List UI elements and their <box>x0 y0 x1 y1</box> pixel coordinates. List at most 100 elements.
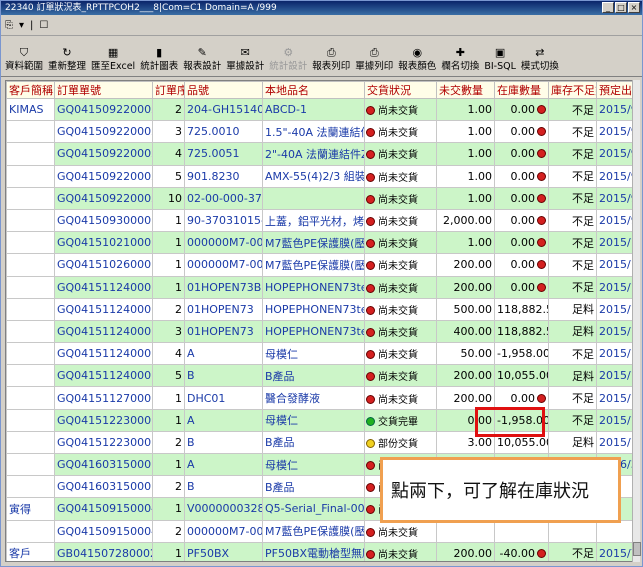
cell-order[interactable]: GQ041509220002 <box>54 142 153 166</box>
cell-part[interactable]: 204-GH1514000 <box>184 97 263 122</box>
column-header[interactable]: 庫存不足數 <box>548 81 597 99</box>
cell-status[interactable]: 交貨完畢 <box>364 408 437 432</box>
cell-seq[interactable]: 1 <box>152 231 185 255</box>
cell-stock[interactable]: 0.00 <box>494 120 549 144</box>
cell-seq[interactable]: 5 <box>152 364 185 388</box>
cell-seq[interactable]: 4 <box>152 342 185 366</box>
cell-seq[interactable]: 10 <box>152 186 185 210</box>
cell-part[interactable]: PF50BX <box>184 541 263 561</box>
cell-order[interactable]: GQ041512230001 <box>54 408 153 432</box>
cell-short[interactable]: 足料 <box>548 297 597 321</box>
cell-seq[interactable]: 3 <box>152 120 185 144</box>
table-row[interactable]: GQ0415092200025901.8230AMX-55(4)2/3 組裝鏈條… <box>6 164 632 188</box>
cell-date[interactable]: 2015/11 <box>596 342 632 366</box>
cell-short[interactable]: 足料 <box>548 319 597 344</box>
cell-part[interactable]: 01HOPEN73B <box>184 275 263 299</box>
cell-seq[interactable]: 2 <box>152 297 185 321</box>
cell-date[interactable]: 2015/11 <box>596 386 632 410</box>
cell-stock[interactable]: 0.00 <box>494 386 549 410</box>
cell-name[interactable]: 母模仁 <box>262 342 365 366</box>
table-row[interactable]: GQ041511240001 5 B B產品 尚未交貨 200.00 10,055.00 足料… <box>6 364 632 388</box>
cell-status[interactable]: 尚未交貨 <box>364 253 437 277</box>
cell-unshipped[interactable]: 200.00 <box>436 541 495 561</box>
toolbar-button-8[interactable]: ⎙ 單據列印 <box>355 45 393 73</box>
cell-customer[interactable] <box>6 208 55 233</box>
cell-customer[interactable] <box>6 297 55 321</box>
cell-order[interactable]: GQ041511240001 <box>54 364 153 388</box>
cell-short[interactable]: 不足 <box>548 97 597 122</box>
cell-short[interactable]: 不足 <box>548 541 597 561</box>
cell-name[interactable]: Q5-Serial_Final-00000 <box>262 497 365 521</box>
cell-name[interactable] <box>262 186 365 210</box>
cell-short[interactable]: 不足 <box>548 275 597 299</box>
cell-customer[interactable] <box>6 186 55 210</box>
cell-name[interactable]: M7藍色PE保護膜(壓克力 <box>262 519 365 543</box>
toolbar-button-2[interactable]: ▦ 匯至Excel <box>91 45 135 73</box>
cell-stock[interactable]: 0.00 <box>494 231 549 255</box>
column-header[interactable]: 客戶簡稱 <box>6 81 55 99</box>
cell-customer[interactable]: 客戶 <box>6 541 55 561</box>
table-row[interactable]: GQ041509300001190-37031015-01上蓋，鋁平光材，烤平光… <box>6 208 632 233</box>
cell-short[interactable]: 不足 <box>548 208 597 233</box>
cell-customer[interactable] <box>6 475 55 499</box>
dropdown-arrow-icon[interactable]: ▾ <box>19 20 24 31</box>
cell-short[interactable]: 不足 <box>548 186 597 210</box>
toolbar-button-11[interactable]: ▣ BI-SQL <box>484 45 516 73</box>
table-row[interactable]: GQ041511240001101HOPEN73BHOPEPHONEN73tes… <box>6 275 632 299</box>
cell-customer[interactable]: 寅得 <box>6 497 55 521</box>
cell-unshipped[interactable]: 500.00 <box>436 297 495 321</box>
cell-date[interactable]: 2015/10 <box>596 253 632 277</box>
table-row[interactable]: GQ041511240001301HOPEN73HOPEPHONEN73test… <box>6 319 632 344</box>
toolbar-button-5[interactable]: ✉ 單據設計 <box>226 45 264 73</box>
toolbar-button-6[interactable]: ⚙ 統計設計 <box>269 45 307 73</box>
cell-order[interactable]: GQ041511240001 <box>54 297 153 321</box>
cell-customer[interactable]: KIMAS <box>6 97 55 122</box>
cell-short[interactable]: 不足 <box>548 164 597 188</box>
cell-customer[interactable] <box>6 519 55 543</box>
table-row[interactable]: GQ041511240001 4 A 母模仁 尚未交貨 50.00 -1,958.00 不足 2… <box>6 342 632 366</box>
cell-stock[interactable]: 118,882.50 <box>494 297 549 321</box>
cell-part[interactable]: V0000000328 <box>184 497 263 521</box>
cell-seq[interactable]: 2 <box>152 97 185 122</box>
cell-short[interactable]: 不足 <box>548 231 597 255</box>
cell-unshipped[interactable]: 400.00 <box>436 319 495 344</box>
cell-customer[interactable] <box>6 386 55 410</box>
cell-stock[interactable]: 0.00 <box>494 164 549 188</box>
cell-customer[interactable] <box>6 452 55 477</box>
cell-short[interactable]: 不足 <box>548 253 597 277</box>
cell-status[interactable]: 尚未交貨 <box>364 386 437 410</box>
cell-seq[interactable]: 1 <box>152 275 185 299</box>
column-header[interactable]: 交貨狀況 <box>364 81 437 99</box>
toolbar-button-7[interactable]: ⎙ 報表列印 <box>312 45 350 73</box>
cell-short[interactable]: 不足 <box>548 408 597 432</box>
cell-date[interactable]: 2015/12 <box>596 408 632 432</box>
cell-short[interactable]: 足料 <box>548 364 597 388</box>
cell-name[interactable]: PF50BX電動槍型無刷全 <box>262 541 365 561</box>
cell-name[interactable]: 母模仁 <box>262 452 365 477</box>
cell-part[interactable]: 01HOPEN73 <box>184 319 263 344</box>
cell-short[interactable]: 足料 <box>548 430 597 455</box>
cell-customer[interactable] <box>6 253 55 277</box>
cell-status[interactable]: 尚未交貨 <box>364 541 437 561</box>
cell-unshipped[interactable] <box>436 519 495 543</box>
cell-part[interactable]: A <box>184 452 263 477</box>
cell-order[interactable]: GQ041510260001 <box>54 253 153 277</box>
maximize-icon[interactable]: □ <box>615 2 627 13</box>
cell-customer[interactable] <box>6 430 55 455</box>
cell-unshipped[interactable]: 1.00 <box>436 164 495 188</box>
cell-seq[interactable]: 1 <box>152 408 185 432</box>
cell-unshipped[interactable]: 200.00 <box>436 364 495 388</box>
cell-customer[interactable] <box>6 164 55 188</box>
cell-name[interactable]: B產品 <box>262 430 365 455</box>
cell-name[interactable]: B產品 <box>262 364 365 388</box>
cell-status[interactable]: 尚未交貨 <box>364 208 437 233</box>
table-row[interactable]: GQ0415102100011000000M7-0005M7藍色PE保護膜(壓克… <box>6 231 632 255</box>
cell-date[interactable]: 2015/11 <box>596 275 632 299</box>
column-header[interactable]: 在庫數量 <box>494 81 549 99</box>
cell-seq[interactable]: 1 <box>152 386 185 410</box>
cell-stock[interactable]: 0.00 <box>494 142 549 166</box>
cell-short[interactable]: 不足 <box>548 120 597 144</box>
cell-seq[interactable]: 1 <box>152 497 185 521</box>
cell-stock[interactable] <box>494 519 549 543</box>
table-row[interactable]: GQ0415092200021002-00-000-370-9 尚未交貨 1.00 0… <box>6 186 632 210</box>
